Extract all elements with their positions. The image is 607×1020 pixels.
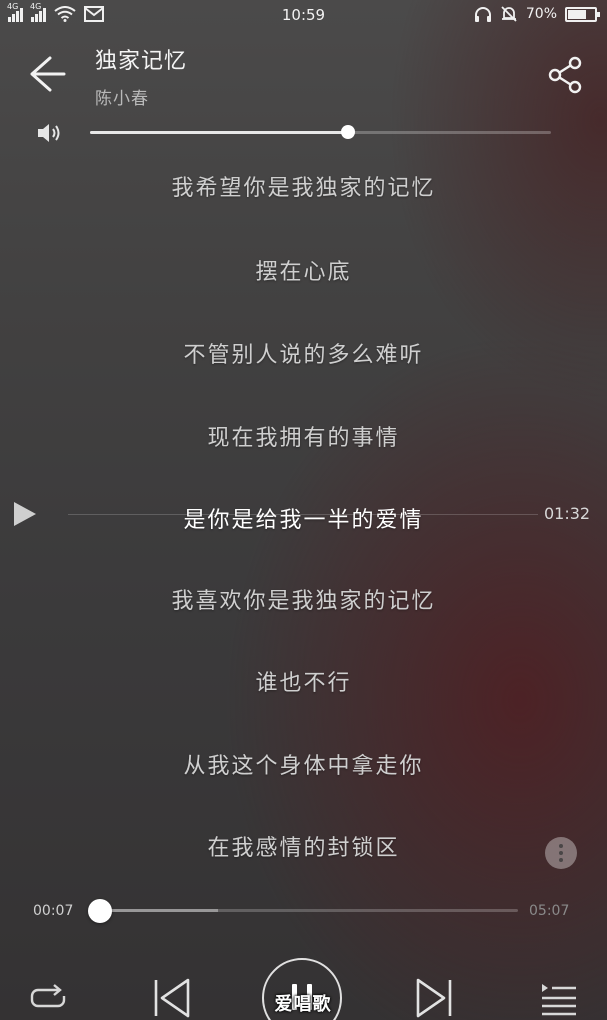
skip-previous-icon[interactable] xyxy=(150,976,194,1020)
watermark-logo: 爱唱歌 xyxy=(274,994,332,1015)
lyric-line[interactable]: 摆在心底 xyxy=(0,254,607,286)
volume-knob[interactable] xyxy=(341,125,356,139)
battery-fill xyxy=(568,9,586,19)
bell-muted-icon xyxy=(501,6,517,22)
lyric-line[interactable]: 从我这个身体中拿走你 xyxy=(0,748,607,780)
back-arrow-icon[interactable] xyxy=(24,54,68,94)
skip-next-icon[interactable] xyxy=(412,976,456,1020)
progress-knob[interactable] xyxy=(87,899,112,923)
total-time: 05:07 xyxy=(529,903,570,919)
speaker-icon[interactable] xyxy=(36,121,62,145)
status-bar: 4G 4G 10:59 70% xyxy=(0,0,607,32)
current-lyric-line[interactable]: 是你是给我一半的爱情 xyxy=(0,502,607,534)
song-title: 独家记忆 xyxy=(95,49,188,74)
volume-fill xyxy=(90,131,349,134)
more-vertical-icon[interactable] xyxy=(545,837,577,869)
repeat-icon[interactable] xyxy=(28,980,68,1016)
lyric-line[interactable]: 谁也不行 xyxy=(0,665,607,697)
share-icon[interactable] xyxy=(546,56,586,94)
lyric-seek-time: 01:32 xyxy=(544,504,591,523)
artist-name[interactable]: 陈小春 xyxy=(95,84,149,109)
battery-icon xyxy=(565,6,600,22)
status-right: 70% xyxy=(474,5,600,23)
battery-percent: 70% xyxy=(525,6,557,22)
lyric-line[interactable]: 不管别人说的多么难听 xyxy=(0,337,607,369)
lyric-line[interactable]: 现在我拥有的事情 xyxy=(0,420,607,452)
lyric-line[interactable]: 我希望你是我独家的记忆 xyxy=(0,170,607,202)
headphones-icon xyxy=(474,7,491,22)
lyric-line[interactable]: 我喜欢你是我独家的记忆 xyxy=(0,583,607,615)
playlist-icon[interactable] xyxy=(538,978,580,1018)
progress-bar[interactable] xyxy=(87,899,518,923)
elapsed-time: 00:07 xyxy=(33,903,74,919)
lyric-line[interactable]: 在我感情的封锁区 xyxy=(0,830,607,862)
volume-slider[interactable] xyxy=(90,125,551,139)
